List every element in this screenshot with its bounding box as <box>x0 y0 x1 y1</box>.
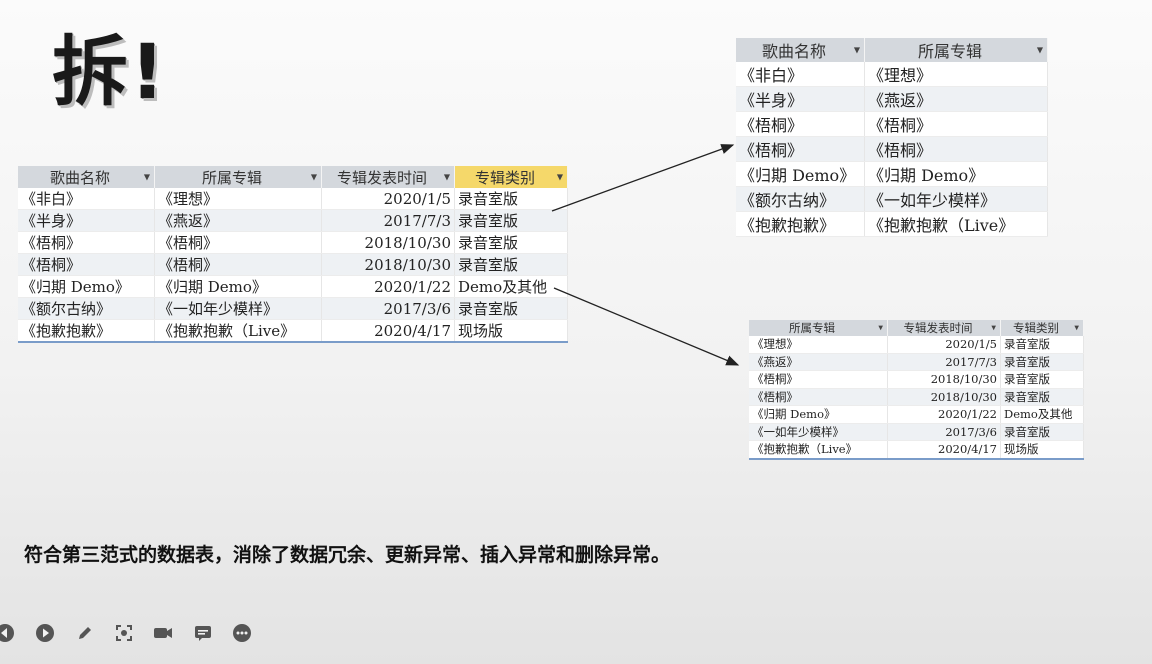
arrow-to-albums-table <box>553 287 740 366</box>
subtitle-icon[interactable] <box>192 622 214 644</box>
pen-icon[interactable] <box>74 622 96 644</box>
camera-icon[interactable] <box>152 622 174 644</box>
back-icon[interactable] <box>0 622 16 644</box>
arrow-to-songs-table <box>551 144 735 212</box>
slide-caption: 符合第三范式的数据表，消除了数据冗余、更新异常、插入异常和删除异常。 <box>24 544 671 566</box>
more-icon[interactable] <box>231 622 253 644</box>
play-icon[interactable] <box>34 622 56 644</box>
screenshot-icon[interactable] <box>113 622 135 644</box>
